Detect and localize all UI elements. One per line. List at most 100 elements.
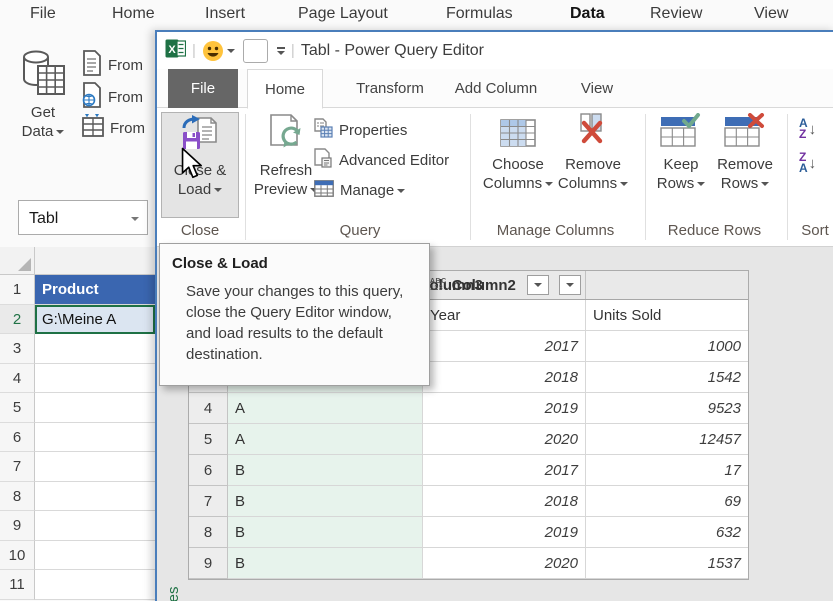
cell[interactable]: 2017 (423, 331, 586, 362)
from-table-icon (82, 114, 104, 142)
excel-tab-page-layout[interactable]: Page Layout (298, 5, 388, 23)
cell[interactable]: Units Sold (586, 300, 748, 331)
sort-descending-button[interactable]: Z A ↓ (799, 152, 816, 174)
cell[interactable]: B (228, 548, 423, 579)
cell[interactable]: 2019 (423, 393, 586, 424)
cell[interactable]: 2020 (423, 548, 586, 579)
remove-columns-button[interactable]: Remove Columns (557, 112, 629, 218)
grid-cell[interactable] (35, 511, 155, 541)
quick-access-button[interactable] (243, 39, 268, 63)
column2-header-cell[interactable]: ABC123 Column2 (423, 271, 586, 299)
advanced-editor-button[interactable]: Advanced Editor (314, 148, 449, 172)
cell-a1[interactable]: Product (35, 275, 155, 305)
row-header-selected[interactable]: 2 (0, 305, 35, 335)
row-number[interactable]: 7 (189, 486, 228, 517)
row-header[interactable]: 7 (0, 452, 35, 482)
table-row: 7 B 2018 69 (189, 486, 748, 517)
group-label-query: Query (250, 222, 470, 239)
row-header[interactable]: 8 (0, 482, 35, 512)
row-header[interactable]: 1 (0, 275, 35, 305)
row-number[interactable]: 5 (189, 424, 228, 455)
cell[interactable]: 2019 (423, 517, 586, 548)
properties-button[interactable]: Properties (314, 118, 407, 142)
pq-tab-view[interactable]: View (569, 69, 625, 108)
excel-tab-data[interactable]: Data (570, 5, 605, 23)
cell[interactable]: B (228, 486, 423, 517)
get-data-button[interactable]: Get Data (10, 48, 76, 158)
select-all-corner[interactable] (0, 247, 35, 275)
grid-cell[interactable] (35, 393, 155, 423)
from-table-button[interactable]: From (82, 114, 145, 142)
row-header[interactable]: 11 (0, 570, 35, 600)
pq-tab-transform[interactable]: Transform (347, 69, 433, 108)
excel-tab-view[interactable]: View (754, 5, 788, 23)
cell[interactable]: B (228, 455, 423, 486)
row-header[interactable]: 3 (0, 334, 35, 364)
grid-cell[interactable] (35, 541, 155, 571)
keep-rows-label-2: Rows (657, 175, 695, 192)
grid-cell[interactable] (35, 364, 155, 394)
cell[interactable]: 1542 (586, 362, 748, 393)
pq-title-bar[interactable]: X | | Tabl - Power Query Editor (157, 32, 833, 69)
row-number[interactable]: 4 (189, 393, 228, 424)
grid-cell[interactable] (35, 334, 155, 364)
choose-columns-button[interactable]: Choose Columns (482, 112, 554, 218)
grid-cell[interactable] (35, 452, 155, 482)
from-text-button[interactable]: From (82, 50, 143, 80)
cell[interactable]: 1000 (586, 331, 748, 362)
table-row: 8 B 2019 632 (189, 517, 748, 548)
remove-rows-button[interactable]: Remove Rows (713, 112, 777, 218)
column-type-icon[interactable]: ABC123 (430, 278, 447, 292)
feedback-smiley-button[interactable] (202, 40, 235, 62)
excel-tab-formulas[interactable]: Formulas (446, 5, 513, 23)
column2-filter-button[interactable] (559, 275, 581, 295)
cell[interactable]: Year (423, 300, 586, 331)
grid-cell[interactable] (35, 482, 155, 512)
row-header[interactable]: 5 (0, 393, 35, 423)
grid-cell[interactable] (35, 570, 155, 600)
cell[interactable]: 17 (586, 455, 748, 486)
refresh-label-1: Refresh (260, 162, 313, 179)
name-box-dropdown-icon[interactable] (131, 217, 139, 221)
screenshot-stage: File Home Insert Page Layout Formulas Da… (0, 0, 833, 601)
excel-tab-file[interactable]: File (30, 5, 56, 23)
sort-ascending-button[interactable]: A Z ↓ (799, 118, 816, 140)
from-web-button[interactable]: From (82, 82, 143, 112)
row-header[interactable]: 10 (0, 541, 35, 571)
row-number[interactable]: 6 (189, 455, 228, 486)
pq-tab-file[interactable]: File (168, 69, 238, 108)
row-number[interactable]: 9 (189, 548, 228, 579)
cell[interactable]: 2017 (423, 455, 586, 486)
cell[interactable]: 632 (586, 517, 748, 548)
row-header[interactable]: 9 (0, 511, 35, 541)
cell[interactable]: A (228, 393, 423, 424)
name-box[interactable]: Tabl (18, 200, 148, 235)
cell[interactable]: B (228, 517, 423, 548)
cell[interactable]: 1537 (586, 548, 748, 579)
pq-tab-home[interactable]: Home (247, 69, 323, 109)
grid-cell[interactable] (35, 423, 155, 453)
cell[interactable]: A (228, 424, 423, 455)
pq-tab-add-column[interactable]: Add Column (453, 69, 539, 108)
excel-tab-review[interactable]: Review (650, 5, 702, 23)
cell[interactable]: 9523 (586, 393, 748, 424)
get-data-label-2: Data (22, 123, 54, 140)
excel-tab-insert[interactable]: Insert (205, 5, 245, 23)
manage-button[interactable]: Manage (314, 180, 405, 201)
queries-pane-collapsed[interactable]: Queries (165, 543, 183, 601)
excel-tab-home[interactable]: Home (112, 5, 155, 23)
quick-access-toolbar-dropdown[interactable] (277, 47, 285, 55)
cell[interactable]: 12457 (586, 424, 748, 455)
column-header-strip[interactable] (35, 247, 155, 275)
cell-a2-selected[interactable]: G:\Meine A (35, 305, 155, 335)
refresh-preview-button[interactable]: Refresh Preview (250, 112, 322, 218)
table-row: 9 B 2020 1537 (189, 548, 748, 579)
cell[interactable]: 2018 (423, 486, 586, 517)
row-header[interactable]: 4 (0, 364, 35, 394)
cell[interactable]: 2018 (423, 362, 586, 393)
row-header[interactable]: 6 (0, 423, 35, 453)
row-number[interactable]: 8 (189, 517, 228, 548)
keep-rows-button[interactable]: Keep Rows (652, 112, 710, 218)
cell[interactable]: 2020 (423, 424, 586, 455)
cell[interactable]: 69 (586, 486, 748, 517)
